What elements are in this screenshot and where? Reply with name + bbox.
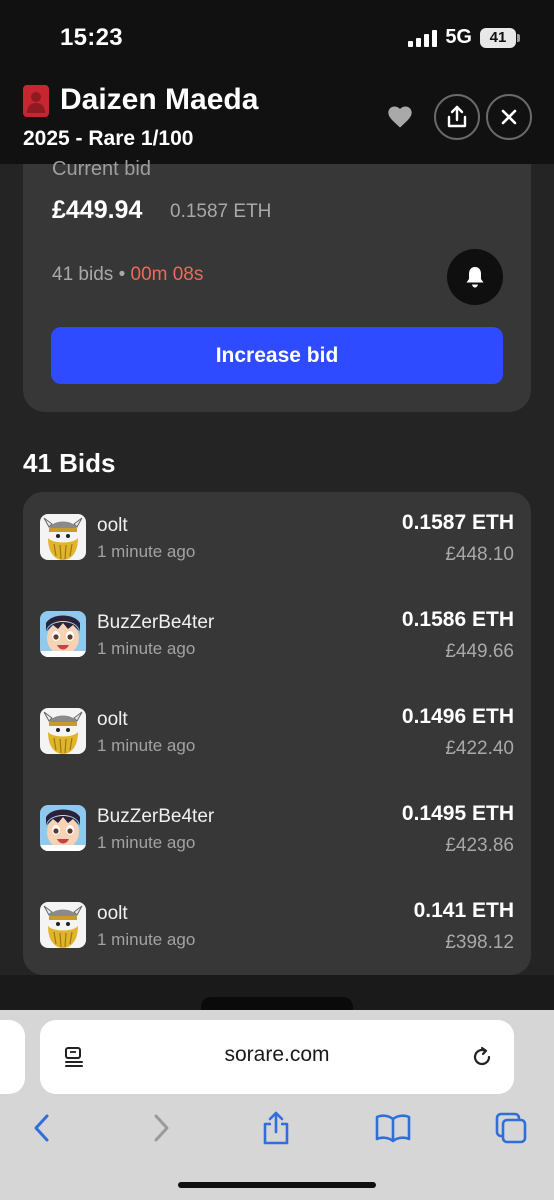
tabs-button[interactable]: [491, 1108, 531, 1148]
bid-row[interactable]: oolt 1 minute ago 0.1587 ETH £448.10: [23, 492, 531, 589]
current-bid-gbp: £449.94: [52, 196, 143, 224]
bid-time: 1 minute ago: [97, 930, 196, 949]
bidder-name: BuzZerBe4ter: [97, 806, 215, 827]
battery-level: 41: [489, 29, 507, 46]
battery-icon: 41: [480, 27, 520, 48]
url-text: sorare.com: [224, 1043, 330, 1066]
anime-boy-avatar: [40, 805, 86, 851]
close-icon: [501, 109, 517, 125]
book-icon: [375, 1114, 411, 1143]
auction-timer: 00m 08s: [130, 264, 204, 285]
bid-time: 1 minute ago: [97, 542, 196, 561]
status-bar: 15:23 5G 41: [0, 0, 554, 78]
bid-row[interactable]: BuzZerBe4ter 1 minute ago 0.1586 ETH £44…: [23, 589, 531, 686]
bid-gbp: £423.86: [445, 835, 514, 856]
bid-row[interactable]: oolt 1 minute ago 0.141 ETH £398.12: [23, 880, 531, 977]
viking-avatar: [40, 708, 86, 754]
browser-bar: sorare.com: [0, 1010, 554, 1200]
bid-row[interactable]: BuzZerBe4ter 1 minute ago 0.1495 ETH £42…: [23, 783, 531, 880]
player-card-icon: [23, 85, 49, 117]
meta-separator: •: [118, 264, 126, 285]
card-subtitle: 2025 - Rare 1/100: [23, 127, 194, 150]
current-bid-card: Current bid £449.94 0.1587 ETH 41 bids •…: [23, 158, 531, 412]
bid-eth: 0.141 ETH: [413, 899, 514, 922]
bid-time: 1 minute ago: [97, 736, 196, 755]
forward-button[interactable]: [142, 1108, 182, 1148]
bidder-name: oolt: [97, 515, 128, 536]
anime-boy-avatar: [40, 611, 86, 657]
sheet-handle: [201, 997, 353, 1011]
bids-heading: 41 Bids: [23, 448, 116, 478]
bids-meta: 41 bids • 00m 08s: [52, 264, 203, 286]
reload-icon[interactable]: [470, 1045, 494, 1069]
bid-gbp: £398.12: [445, 932, 514, 953]
back-button[interactable]: [21, 1108, 61, 1148]
bookmarks-button[interactable]: [373, 1108, 413, 1148]
share-button[interactable]: [434, 94, 480, 140]
bid-time: 1 minute ago: [97, 639, 196, 658]
tabs-icon: [495, 1112, 527, 1144]
chevron-right-icon: [154, 1114, 169, 1142]
chevron-left-icon: [34, 1114, 49, 1142]
bell-icon: [466, 267, 484, 288]
current-bid-eth: 0.1587 ETH: [170, 201, 272, 222]
address-bar[interactable]: sorare.com: [40, 1020, 514, 1094]
bid-eth: 0.1496 ETH: [401, 705, 514, 728]
share-icon: [447, 105, 467, 128]
signal-icon: [408, 29, 438, 47]
viking-avatar: [40, 514, 86, 560]
bids-list: oolt 1 minute ago 0.1587 ETH £448.10 Buz…: [23, 492, 531, 975]
viking-avatar: [40, 902, 86, 948]
bid-row[interactable]: oolt 1 minute ago 0.1496 ETH £422.40: [23, 686, 531, 783]
share-icon: [263, 1111, 289, 1145]
share-page-button[interactable]: [256, 1108, 296, 1148]
home-indicator: [178, 1182, 376, 1188]
increase-bid-button[interactable]: Increase bid: [51, 327, 503, 384]
bid-eth: 0.1586 ETH: [401, 608, 514, 631]
bid-count: 41 bids: [52, 264, 114, 285]
network-label: 5G: [445, 26, 472, 48]
previous-tab-edge[interactable]: [0, 1020, 25, 1094]
status-time: 15:23: [60, 24, 123, 51]
player-name: Daizen Maeda: [60, 83, 259, 116]
bid-time: 1 minute ago: [97, 833, 196, 852]
bid-gbp: £422.40: [445, 738, 514, 759]
bid-gbp: £449.66: [445, 641, 514, 662]
favorite-heart-icon[interactable]: [386, 103, 414, 131]
bid-eth: 0.1587 ETH: [401, 511, 514, 534]
notify-button[interactable]: [447, 249, 503, 305]
bidder-name: oolt: [97, 709, 128, 730]
current-bid-label: Current bid: [52, 158, 151, 180]
bid-eth: 0.1495 ETH: [401, 802, 514, 825]
bid-gbp: £448.10: [445, 544, 514, 565]
bidder-name: oolt: [97, 903, 128, 924]
status-indicators: 5G 41: [408, 26, 520, 49]
bidder-name: BuzZerBe4ter: [97, 612, 215, 633]
browser-toolbar: [0, 1098, 554, 1162]
app-header: Daizen Maeda 2025 - Rare 1/100: [0, 78, 554, 164]
close-button[interactable]: [486, 94, 532, 140]
